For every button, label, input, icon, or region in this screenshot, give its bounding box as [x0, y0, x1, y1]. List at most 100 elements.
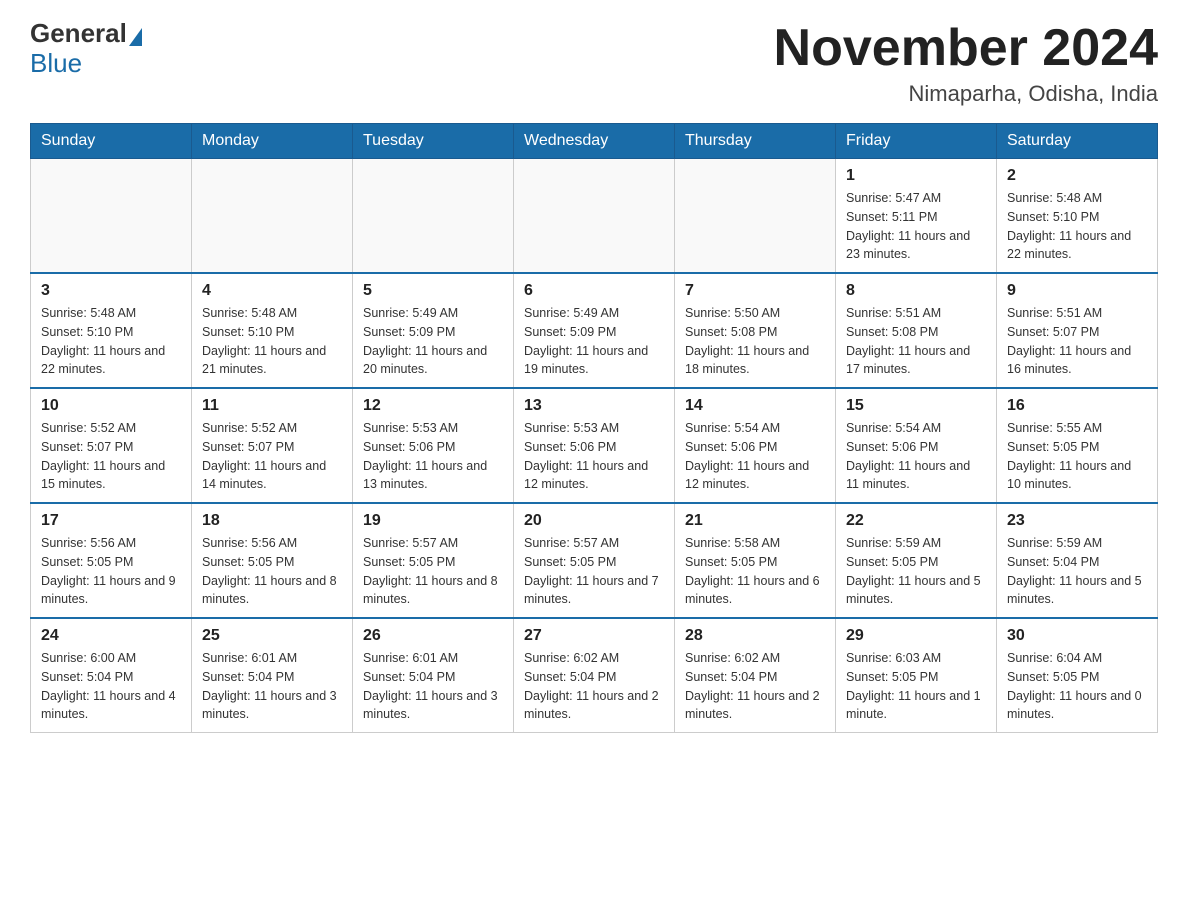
calendar-cell: 2 Sunrise: 5:48 AMSunset: 5:10 PMDaylight… — [997, 159, 1158, 274]
day-info: Sunrise: 6:02 AMSunset: 5:04 PMDaylight:… — [685, 649, 825, 724]
calendar-subtitle: Nimaparha, Odisha, India — [774, 81, 1158, 107]
day-info: Sunrise: 5:53 AMSunset: 5:06 PMDaylight:… — [524, 419, 664, 494]
calendar-cell: 4 Sunrise: 5:48 AMSunset: 5:10 PMDaylight… — [192, 273, 353, 388]
calendar-cell — [31, 159, 192, 274]
day-number: 24 — [41, 627, 181, 645]
calendar-cell: 3Sunrise: 5:48 AMSunset: 5:10 PMDaylight… — [31, 273, 192, 388]
calendar-cell: 14 Sunrise: 5:54 AMSunset: 5:06 PMDayligh… — [675, 388, 836, 503]
day-number: 23 — [1007, 512, 1147, 530]
calendar-table: SundayMondayTuesdayWednesdayThursdayFrid… — [30, 123, 1158, 733]
calendar-cell: 29 Sunrise: 6:03 AMSunset: 5:05 PMDayligh… — [836, 618, 997, 733]
day-number: 9 — [1007, 282, 1147, 300]
day-info: Sunrise: 6:01 AMSunset: 5:04 PMDaylight:… — [202, 649, 342, 724]
calendar-title-area: November 2024 Nimaparha, Odisha, India — [774, 20, 1158, 107]
calendar-cell — [514, 159, 675, 274]
day-number: 8 — [846, 282, 986, 300]
calendar-cell: 11Sunrise: 5:52 AMSunset: 5:07 PMDayligh… — [192, 388, 353, 503]
calendar-cell: 21Sunrise: 5:58 AMSunset: 5:05 PMDayligh… — [675, 503, 836, 618]
day-number: 17 — [41, 512, 181, 530]
calendar-cell — [192, 159, 353, 274]
day-number: 29 — [846, 627, 986, 645]
day-info: Sunrise: 5:54 AMSunset: 5:06 PMDaylight:… — [846, 419, 986, 494]
weekday-header-sunday: Sunday — [31, 124, 192, 159]
calendar-cell: 7 Sunrise: 5:50 AMSunset: 5:08 PMDaylight… — [675, 273, 836, 388]
calendar-cell: 9 Sunrise: 5:51 AMSunset: 5:07 PMDaylight… — [997, 273, 1158, 388]
weekday-header-saturday: Saturday — [997, 124, 1158, 159]
weekday-header-monday: Monday — [192, 124, 353, 159]
calendar-cell: 8 Sunrise: 5:51 AMSunset: 5:08 PMDaylight… — [836, 273, 997, 388]
calendar-cell — [675, 159, 836, 274]
calendar-cell: 1 Sunrise: 5:47 AMSunset: 5:11 PMDaylight… — [836, 159, 997, 274]
calendar-title: November 2024 — [774, 20, 1158, 77]
day-info: Sunrise: 5:57 AMSunset: 5:05 PMDaylight:… — [363, 534, 503, 609]
day-number: 2 — [1007, 167, 1147, 185]
day-number: 26 — [363, 627, 503, 645]
calendar-week-row: 17 Sunrise: 5:56 AMSunset: 5:05 PMDayligh… — [31, 503, 1158, 618]
day-number: 19 — [363, 512, 503, 530]
day-info: Sunrise: 5:50 AMSunset: 5:08 PMDaylight:… — [685, 304, 825, 379]
day-info: Sunrise: 5:48 AMSunset: 5:10 PMDaylight:… — [202, 304, 342, 379]
calendar-cell: 28 Sunrise: 6:02 AMSunset: 5:04 PMDayligh… — [675, 618, 836, 733]
day-number: 10 — [41, 397, 181, 415]
calendar-cell: 12 Sunrise: 5:53 AMSunset: 5:06 PMDayligh… — [353, 388, 514, 503]
calendar-cell — [353, 159, 514, 274]
day-info: Sunrise: 5:51 AMSunset: 5:08 PMDaylight:… — [846, 304, 986, 379]
logo-blue-text: Blue — [30, 48, 82, 78]
calendar-week-row: 10 Sunrise: 5:52 AMSunset: 5:07 PMDayligh… — [31, 388, 1158, 503]
day-info: Sunrise: 6:03 AMSunset: 5:05 PMDaylight:… — [846, 649, 986, 724]
calendar-cell: 13 Sunrise: 5:53 AMSunset: 5:06 PMDayligh… — [514, 388, 675, 503]
calendar-cell: 26 Sunrise: 6:01 AMSunset: 5:04 PMDayligh… — [353, 618, 514, 733]
day-number: 15 — [846, 397, 986, 415]
day-number: 12 — [363, 397, 503, 415]
day-info: Sunrise: 5:49 AMSunset: 5:09 PMDaylight:… — [524, 304, 664, 379]
day-number: 5 — [363, 282, 503, 300]
day-info: Sunrise: 5:59 AMSunset: 5:04 PMDaylight:… — [1007, 534, 1147, 609]
day-number: 4 — [202, 282, 342, 300]
day-number: 18 — [202, 512, 342, 530]
day-number: 16 — [1007, 397, 1147, 415]
day-number: 14 — [685, 397, 825, 415]
day-info: Sunrise: 5:51 AMSunset: 5:07 PMDaylight:… — [1007, 304, 1147, 379]
day-info: Sunrise: 5:47 AMSunset: 5:11 PMDaylight:… — [846, 189, 986, 264]
day-number: 1 — [846, 167, 986, 185]
calendar-week-row: 24 Sunrise: 6:00 AMSunset: 5:04 PMDayligh… — [31, 618, 1158, 733]
day-info: Sunrise: 5:49 AMSunset: 5:09 PMDaylight:… — [363, 304, 503, 379]
day-info: Sunrise: 5:52 AMSunset: 5:07 PMDaylight:… — [41, 419, 181, 494]
calendar-cell: 30Sunrise: 6:04 AMSunset: 5:05 PMDayligh… — [997, 618, 1158, 733]
day-info: Sunrise: 5:56 AMSunset: 5:05 PMDaylight:… — [202, 534, 342, 609]
day-number: 27 — [524, 627, 664, 645]
day-number: 13 — [524, 397, 664, 415]
calendar-cell: 27Sunrise: 6:02 AMSunset: 5:04 PMDayligh… — [514, 618, 675, 733]
day-number: 6 — [524, 282, 664, 300]
day-info: Sunrise: 6:00 AMSunset: 5:04 PMDaylight:… — [41, 649, 181, 724]
day-info: Sunrise: 5:48 AMSunset: 5:10 PMDaylight:… — [1007, 189, 1147, 264]
calendar-week-row: 1 Sunrise: 5:47 AMSunset: 5:11 PMDaylight… — [31, 159, 1158, 274]
weekday-header-wednesday: Wednesday — [514, 124, 675, 159]
calendar-cell: 19 Sunrise: 5:57 AMSunset: 5:05 PMDayligh… — [353, 503, 514, 618]
day-number: 28 — [685, 627, 825, 645]
calendar-cell: 5 Sunrise: 5:49 AMSunset: 5:09 PMDaylight… — [353, 273, 514, 388]
day-info: Sunrise: 5:58 AMSunset: 5:05 PMDaylight:… — [685, 534, 825, 609]
day-number: 3 — [41, 282, 181, 300]
weekday-header-row: SundayMondayTuesdayWednesdayThursdayFrid… — [31, 124, 1158, 159]
calendar-cell: 16Sunrise: 5:55 AMSunset: 5:05 PMDayligh… — [997, 388, 1158, 503]
day-number: 7 — [685, 282, 825, 300]
day-info: Sunrise: 6:01 AMSunset: 5:04 PMDaylight:… — [363, 649, 503, 724]
day-number: 11 — [202, 397, 342, 415]
day-info: Sunrise: 5:54 AMSunset: 5:06 PMDaylight:… — [685, 419, 825, 494]
day-info: Sunrise: 5:56 AMSunset: 5:05 PMDaylight:… — [41, 534, 181, 609]
calendar-cell: 18 Sunrise: 5:56 AMSunset: 5:05 PMDayligh… — [192, 503, 353, 618]
day-info: Sunrise: 5:53 AMSunset: 5:06 PMDaylight:… — [363, 419, 503, 494]
calendar-cell: 20 Sunrise: 5:57 AMSunset: 5:05 PMDayligh… — [514, 503, 675, 618]
weekday-header-friday: Friday — [836, 124, 997, 159]
calendar-cell: 23 Sunrise: 5:59 AMSunset: 5:04 PMDayligh… — [997, 503, 1158, 618]
calendar-cell: 15 Sunrise: 5:54 AMSunset: 5:06 PMDayligh… — [836, 388, 997, 503]
page-header: General Blue November 2024 Nimaparha, Od… — [30, 20, 1158, 107]
calendar-cell: 17 Sunrise: 5:56 AMSunset: 5:05 PMDayligh… — [31, 503, 192, 618]
calendar-cell: 25Sunrise: 6:01 AMSunset: 5:04 PMDayligh… — [192, 618, 353, 733]
calendar-cell: 6 Sunrise: 5:49 AMSunset: 5:09 PMDaylight… — [514, 273, 675, 388]
logo: General Blue — [30, 20, 144, 79]
day-info: Sunrise: 5:57 AMSunset: 5:05 PMDaylight:… — [524, 534, 664, 609]
day-number: 20 — [524, 512, 664, 530]
logo-triangle-icon — [129, 28, 142, 46]
